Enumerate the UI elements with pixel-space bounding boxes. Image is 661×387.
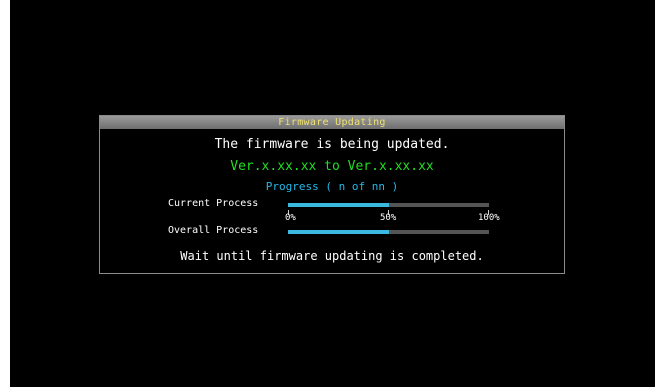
- progress-count-text: Progress ( n of nn ): [265, 180, 399, 193]
- overall-process-bar: [288, 230, 489, 234]
- update-message: The firmware is being updated.: [214, 137, 450, 152]
- current-process-label: Current Process: [168, 198, 259, 209]
- firmware-update-dialog: Firmware Updating The firmware is being …: [99, 115, 565, 274]
- overall-process-label: Overall Process: [168, 225, 259, 236]
- scale-label-100: 100%: [478, 213, 500, 223]
- current-process-fill: [288, 203, 389, 207]
- scale-label-50: 50%: [380, 213, 397, 223]
- version-text: Ver.x.xx.xx to Ver.x.xx.xx: [230, 159, 434, 174]
- dialog-title: Firmware Updating: [100, 116, 564, 129]
- current-process-bar: [288, 203, 489, 207]
- scale-label-0: 0%: [285, 213, 296, 223]
- wait-message: Wait until firmware updating is complete…: [180, 249, 484, 263]
- screen: Firmware Updating The firmware is being …: [10, 0, 655, 387]
- overall-process-fill: [288, 230, 389, 234]
